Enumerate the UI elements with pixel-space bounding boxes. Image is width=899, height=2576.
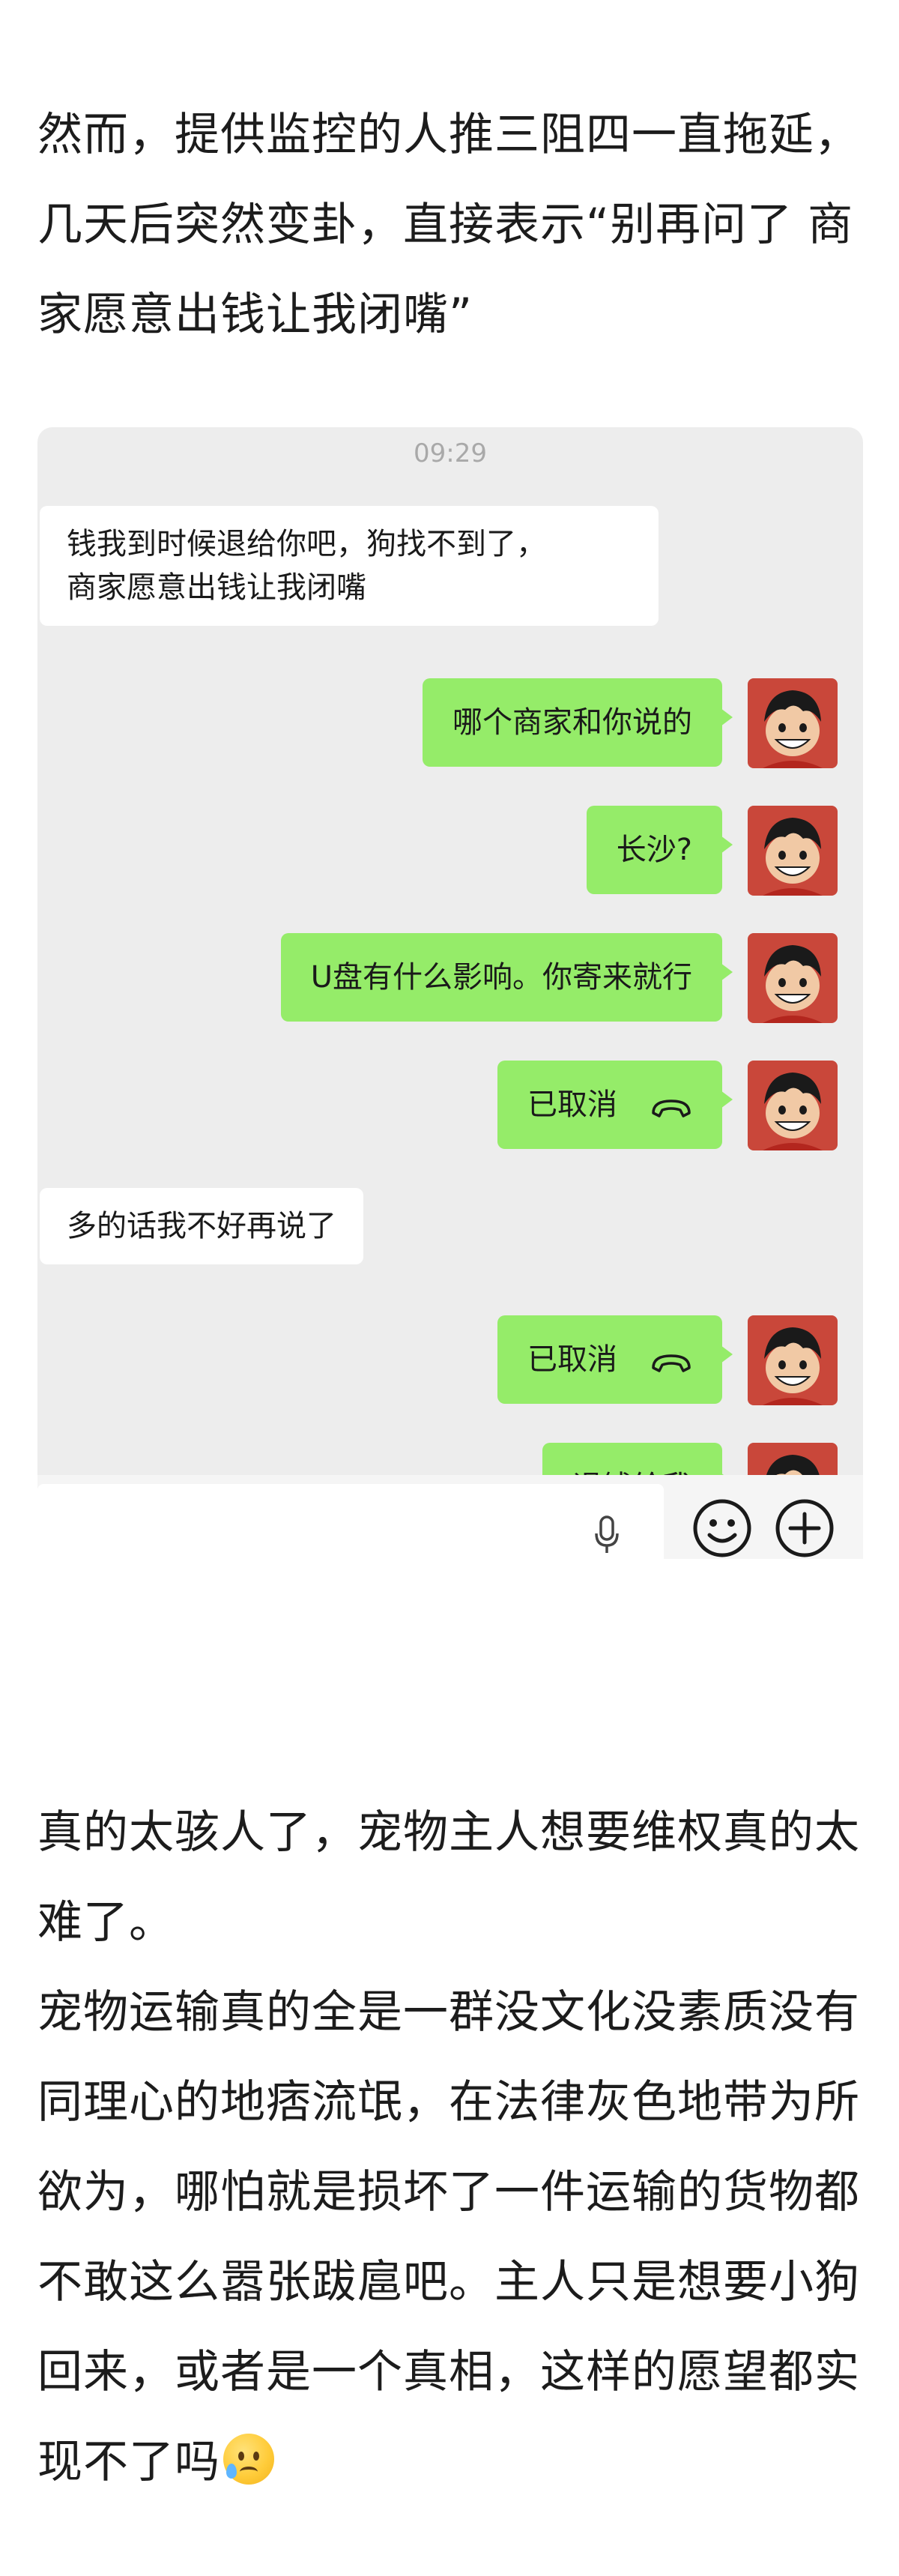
- article-paragraph-1: 然而，提供监控的人推三阻四一直拖延，几天后突然变卦，直接表示“别再问了 商家愿意…: [37, 109, 860, 341]
- incoming-message[interactable]: 钱我到时候退给你吧，狗找不到了， 商家愿意出钱让我闭嘴: [40, 506, 659, 626]
- avatar[interactable]: [748, 933, 838, 1023]
- avatar[interactable]: [748, 678, 838, 768]
- plus-icon[interactable]: [774, 1497, 835, 1559]
- article-paragraph-2: 真的太骇人了，宠物主人想要维权真的太难了。: [37, 1806, 860, 1949]
- incoming-message[interactable]: 多的话我不好再说了: [40, 1188, 363, 1264]
- outgoing-message[interactable]: 哪个商家和你说的: [423, 678, 733, 767]
- avatar[interactable]: [748, 806, 838, 896]
- avatar[interactable]: [748, 1315, 838, 1405]
- avatar[interactable]: [748, 1061, 838, 1150]
- chat-screenshot: 09:29 钱我到时候退给你吧，狗找不到了， 商家愿意出钱让我闭嘴 哪个商家和你…: [37, 427, 863, 1559]
- chat-input-bar: [37, 1475, 863, 1559]
- article-paragraph-3: 宠物运输真的全是一群没文化没素质没有同理心的地痞流氓，在法律灰色地带为所欲为，哪…: [37, 1967, 869, 2507]
- avatar-cartoon-icon: [748, 1315, 838, 1405]
- avatar-cartoon-icon: [748, 806, 838, 896]
- message-line: 商家愿意出钱让我闭嘴: [67, 570, 366, 605]
- call-status-label: 已取消: [527, 1342, 617, 1377]
- cancelled-call-message[interactable]: 已取消: [497, 1315, 733, 1404]
- outgoing-message[interactable]: 长沙?: [586, 806, 733, 894]
- avatar-cartoon-icon: [748, 1061, 838, 1150]
- cancelled-call-message[interactable]: 已取消: [497, 1061, 733, 1149]
- hangup-icon: [652, 1100, 691, 1117]
- emoji-icon[interactable]: [691, 1497, 753, 1559]
- message-input[interactable]: [37, 1484, 664, 1559]
- outgoing-message[interactable]: U盘有什么影响。你寄来就行: [280, 933, 733, 1022]
- chat-timestamp: 09:29: [414, 438, 487, 468]
- call-status-label: 已取消: [527, 1088, 617, 1122]
- crying-smile-emoji-icon: [223, 2434, 274, 2485]
- article-paragraph-3-text: 宠物运输真的全是一群没文化没素质没有同理心的地痞流氓，在法律灰色地带为所欲为，哪…: [37, 1986, 860, 2488]
- avatar-cartoon-icon: [748, 933, 838, 1023]
- hangup-icon: [652, 1354, 691, 1372]
- mic-icon[interactable]: [592, 1514, 622, 1556]
- message-line: 钱我到时候退给你吧，狗找不到了，: [67, 527, 546, 561]
- avatar-cartoon-icon: [748, 678, 838, 768]
